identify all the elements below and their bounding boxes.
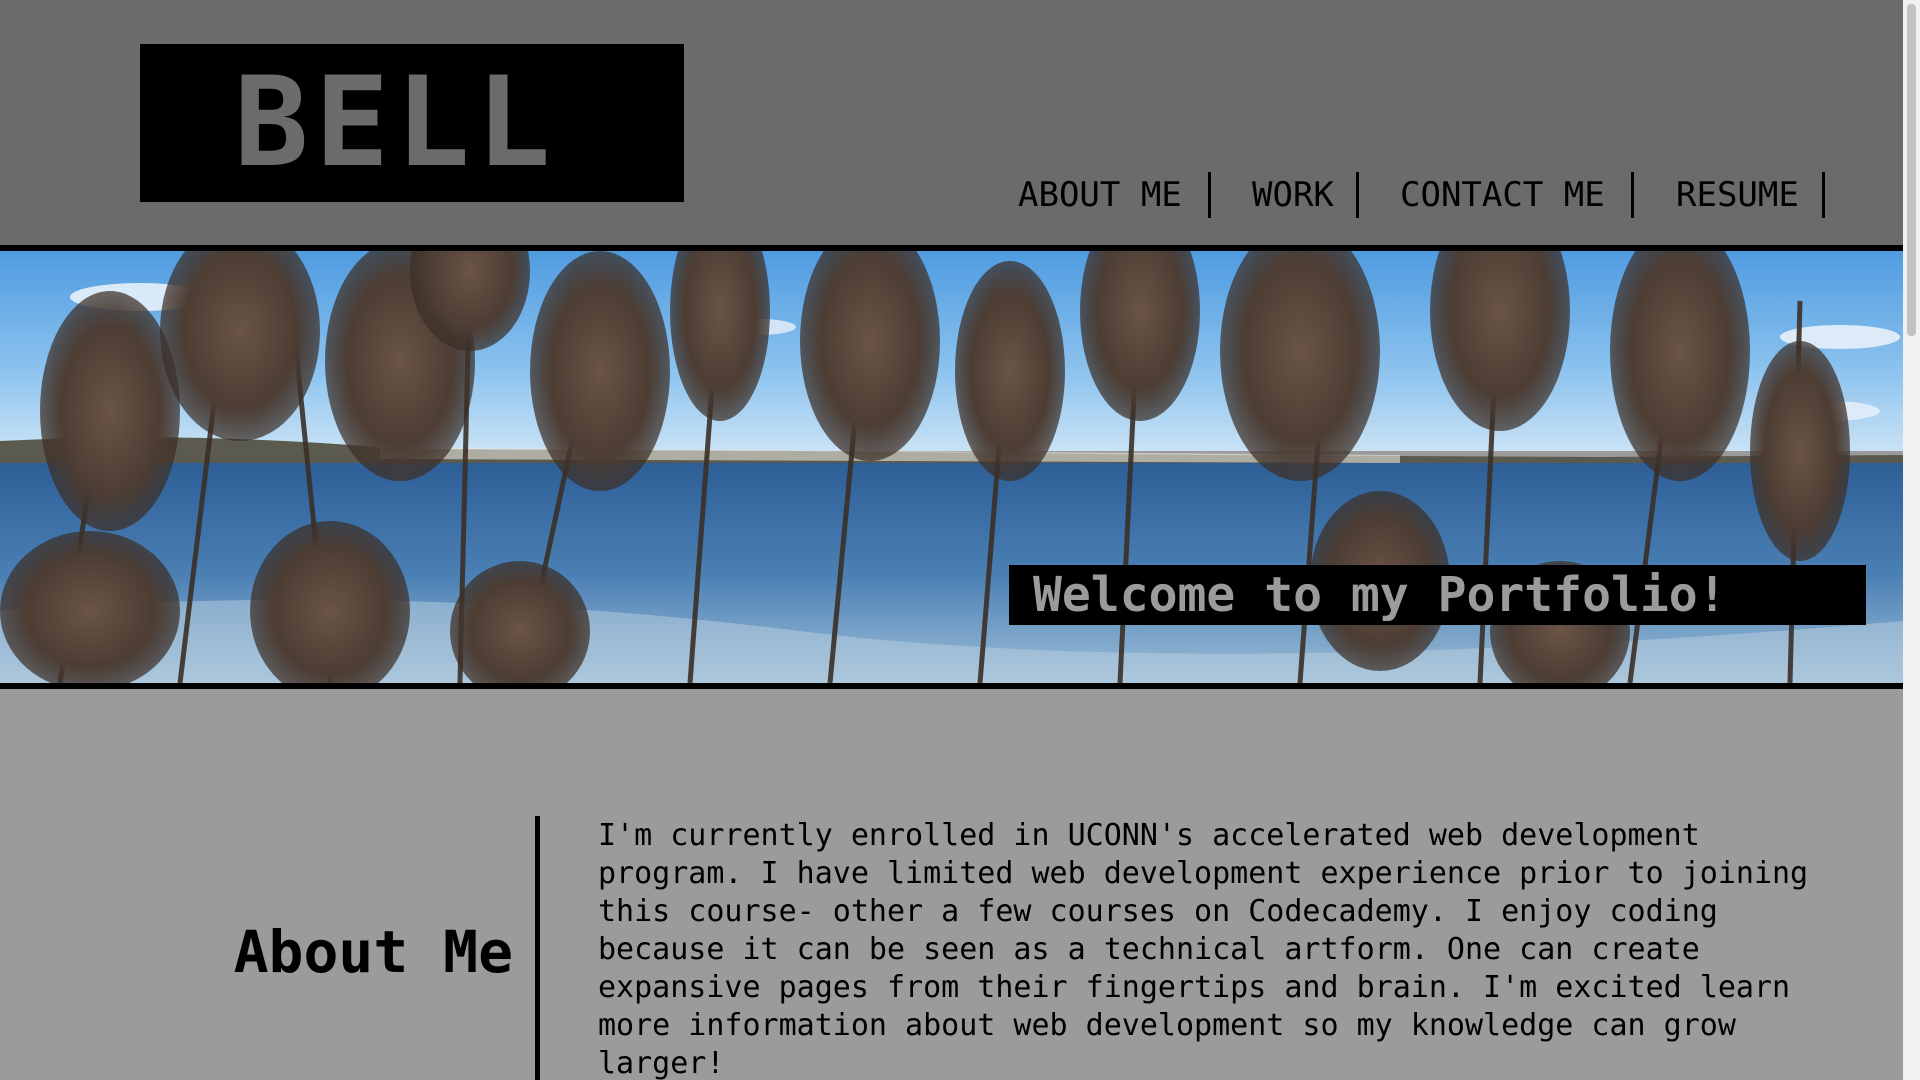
- scrollbar-thumb[interactable]: [1907, 4, 1916, 336]
- about-body: I'm currently enrolled in UCONN's accele…: [598, 818, 1809, 1080]
- main-nav: ABOUT ME WORK CONTACT ME RESUME: [1000, 172, 1825, 218]
- nav-link-contact-me[interactable]: CONTACT ME: [1359, 172, 1634, 218]
- viewport: BELL ABOUT ME WORK CONTACT ME RESUME Wel…: [0, 0, 1903, 1080]
- site-header: BELL ABOUT ME WORK CONTACT ME RESUME: [0, 0, 1903, 246]
- welcome-banner: Welcome to my Portfolio!: [1009, 565, 1866, 625]
- vertical-scrollbar[interactable]: [1903, 0, 1920, 1080]
- page: BELL ABOUT ME WORK CONTACT ME RESUME Wel…: [0, 0, 1920, 1080]
- nav-link-resume[interactable]: RESUME: [1634, 172, 1825, 218]
- nav-link-work[interactable]: WORK: [1211, 172, 1359, 218]
- logo-text: BELL: [234, 51, 557, 195]
- about-heading: About Me: [233, 918, 513, 986]
- hero-divider: [0, 683, 1903, 689]
- welcome-text: Welcome to my Portfolio!: [1033, 567, 1727, 623]
- nav-link-about-me[interactable]: ABOUT ME: [1000, 172, 1211, 218]
- logo[interactable]: BELL: [140, 44, 684, 202]
- about-divider: [535, 816, 540, 1080]
